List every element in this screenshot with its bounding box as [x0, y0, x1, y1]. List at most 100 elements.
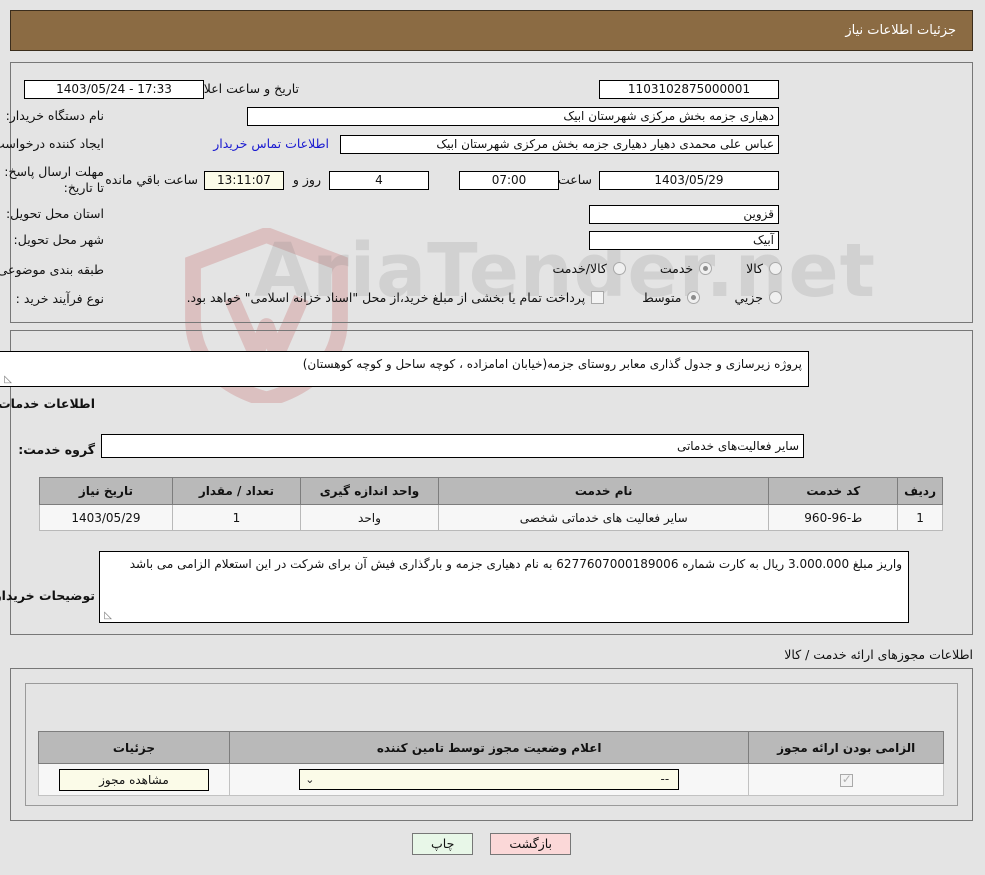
purchase-type-option-label-1: متوسط — [643, 290, 682, 305]
cell-index: 1 — [899, 505, 944, 531]
deadline-time-wrap: 07:00 — [460, 171, 560, 190]
province-input[interactable]: قزوین — [590, 205, 780, 224]
city-input[interactable]: آبیک — [590, 231, 780, 250]
treasury-bond-checkbox[interactable] — [592, 291, 605, 304]
purchase-type-option-label-0: جزیي — [735, 290, 764, 305]
cell-code: ط-96-960 — [770, 505, 899, 531]
service-group-label: گروه خدمت: — [19, 442, 96, 457]
cell-quantity: 1 — [173, 505, 301, 531]
general-description-value: پروژه زیرسازی و جدول گذاری معابر روستای … — [304, 357, 803, 371]
general-description-textarea[interactable]: پروژه زیرسازی و جدول گذاری معابر روستای … — [0, 351, 810, 387]
buyer-notes-textarea[interactable]: واریز مبلغ 3.000.000 ریال به کارت شماره … — [100, 551, 910, 623]
requester-field-wrap: عباس علی محمدی دهیار دهیاری جزمه بخش مرک… — [341, 135, 780, 154]
city-label: شهر محل تحویل: — [15, 232, 105, 247]
contact-link-wrap: اطلاعات تماس خریدار — [214, 136, 330, 151]
category-radio-khedmat[interactable] — [700, 262, 713, 275]
buyer-org-label-wrap: نام دستگاه خریدار: — [7, 108, 105, 123]
col-quantity: تعداد / مقدار — [173, 478, 301, 505]
province-field-wrap: قزوین — [590, 205, 780, 224]
col-unit: واحد اندازه گیری — [302, 478, 440, 505]
buyer-org-input[interactable]: دهیاری جزمه بخش مرکزی شهرستان ابیک — [248, 107, 780, 126]
cell-permit-details: مشاهده مجوز — [40, 764, 231, 796]
cell-permit-required — [750, 764, 945, 796]
category-radio-group: کالا خدمت کالا/خدمت — [553, 261, 783, 276]
service-group-input[interactable]: سایر فعالیت‌های خدماتی — [102, 434, 805, 458]
table-row[interactable]: ⌄ -- مشاهده مجوز — [40, 764, 945, 796]
countdown-suffix-wrap: ساعت باقي مانده — [106, 172, 199, 187]
deadline-time-input[interactable]: 07:00 — [460, 171, 560, 190]
permits-table: الزامی بودن ارائه مجوز اعلام وضعیت مجوز … — [39, 731, 945, 796]
service-group-field-wrap: سایر فعالیت‌های خدماتی — [102, 434, 805, 458]
permits-table-header-row: الزامی بودن ارائه مجوز اعلام وضعیت مجوز … — [40, 732, 945, 764]
footer-button-bar: بازگشت چاپ — [0, 833, 985, 855]
services-table-header-row: ردیف کد خدمت نام خدمت واحد اندازه گیری ت… — [41, 478, 944, 505]
buyer-notes-value: واریز مبلغ 3.000.000 ریال به کارت شماره … — [131, 557, 903, 571]
category-label-wrap: طبقه بندی موضوعی: — [0, 262, 105, 277]
province-label: استان محل تحویل: — [7, 206, 105, 221]
col-permit-required: الزامی بودن ارائه مجوز — [750, 732, 945, 764]
countdown-suffix-label: ساعت باقي مانده — [106, 172, 199, 187]
col-need-date: تاریخ نیاز — [41, 478, 174, 505]
col-code: کد خدمت — [770, 478, 899, 505]
purchase-type-label-wrap: نوع فرآیند خرید : — [17, 291, 105, 306]
cell-need-date: 1403/05/29 — [41, 505, 174, 531]
cell-name: سایر فعالیت های خدماتی شخصی — [439, 505, 770, 531]
service-group-label-wrap: گروه خدمت: — [19, 442, 96, 457]
resize-grip-icon[interactable]: ◺ — [103, 611, 113, 621]
category-label: طبقه بندی موضوعی: — [0, 262, 105, 277]
permit-required-checkbox — [841, 774, 854, 787]
col-permit-details: جزئیات — [40, 732, 231, 764]
need-number-field-wrap: 1103102875000001 — [600, 80, 780, 99]
chevron-down-icon: ⌄ — [306, 770, 315, 789]
deadline-label-wrap: مهلت ارسال پاسخ: تا تاریخ: — [5, 164, 105, 196]
permits-inner-box: الزامی بودن ارائه مجوز اعلام وضعیت مجوز … — [26, 683, 959, 806]
buyer-notes-label: توضیحات خریدار: — [0, 588, 96, 603]
permit-status-select[interactable]: ⌄ -- — [300, 769, 680, 790]
buyer-notes-label-wrap: توضیحات خریدار: — [0, 588, 96, 603]
col-name: نام خدمت — [439, 478, 770, 505]
permit-status-value: -- — [315, 770, 674, 789]
requester-label-wrap: ایجاد کننده درخواست: — [0, 136, 105, 151]
requester-input[interactable]: عباس علی محمدی دهیار دهیاری جزمه بخش مرک… — [341, 135, 780, 154]
treasury-bond-label: پرداخت تمام یا بخشی از مبلغ خرید،از محل … — [188, 290, 587, 305]
countdown-wrap: 13:11:07 — [205, 171, 285, 190]
category-option-label-2: کالا/خدمت — [553, 261, 607, 276]
purchase-type-label: نوع فرآیند خرید : — [17, 291, 105, 306]
view-permit-button[interactable]: مشاهده مجوز — [60, 769, 210, 791]
city-label-wrap: شهر محل تحویل: — [15, 232, 105, 247]
purchase-type-radio-motavaset[interactable] — [688, 291, 701, 304]
resize-grip-icon[interactable]: ◺ — [3, 375, 13, 385]
deadline-days-suffix: روز و — [294, 172, 322, 187]
need-info-panel — [11, 62, 974, 323]
services-section-title: اطلاعات خدمات مورد نیاز — [0, 396, 96, 411]
announce-datetime-input[interactable]: 17:33 - 1403/05/24 — [25, 80, 205, 99]
buyer-contact-link[interactable]: اطلاعات تماس خریدار — [214, 136, 330, 151]
category-option-label-1: خدمت — [661, 261, 694, 276]
page-title: جزئیات اطلاعات نیاز — [846, 23, 957, 38]
deadline-time-label-wrap: ساعت — [559, 172, 593, 187]
countdown-timer: 13:11:07 — [205, 171, 285, 190]
page-root: AriaTender.net جزئیات اطلاعات نیاز شماره… — [0, 0, 985, 875]
province-label-wrap: استان محل تحویل: — [7, 206, 105, 221]
deadline-time-label: ساعت — [559, 172, 593, 187]
table-row[interactable]: 1 ط-96-960 سایر فعالیت های خدماتی شخصی و… — [41, 505, 944, 531]
cell-unit: واحد — [302, 505, 440, 531]
buyer-org-label: نام دستگاه خریدار: — [7, 108, 105, 123]
deadline-label: مهلت ارسال پاسخ: تا تاریخ: — [5, 164, 105, 195]
category-radio-kala[interactable] — [770, 262, 783, 275]
cell-permit-status: ⌄ -- — [230, 764, 750, 796]
announce-datetime-field-wrap: 17:33 - 1403/05/24 — [25, 80, 205, 99]
col-permit-status: اعلام وضعیت مجوز توسط تامین کننده — [230, 732, 750, 764]
deadline-days-wrap: 4 — [330, 171, 430, 190]
need-number-input[interactable]: 1103102875000001 — [600, 80, 780, 99]
back-button[interactable]: بازگشت — [491, 833, 572, 855]
window-title-bar: جزئیات اطلاعات نیاز — [11, 10, 974, 51]
services-table: ردیف کد خدمت نام خدمت واحد اندازه گیری ت… — [40, 477, 944, 531]
purchase-type-radio-jozei[interactable] — [770, 291, 783, 304]
deadline-days-input[interactable]: 4 — [330, 171, 430, 190]
deadline-date-input[interactable]: 1403/05/29 — [600, 171, 780, 190]
print-button[interactable]: چاپ — [413, 833, 474, 855]
category-option-label-0: کالا — [747, 261, 764, 276]
category-radio-kala-khedmat[interactable] — [614, 262, 627, 275]
permits-caption-wrap: اطلاعات مجوزهای ارائه خدمت / کالا — [785, 647, 974, 662]
